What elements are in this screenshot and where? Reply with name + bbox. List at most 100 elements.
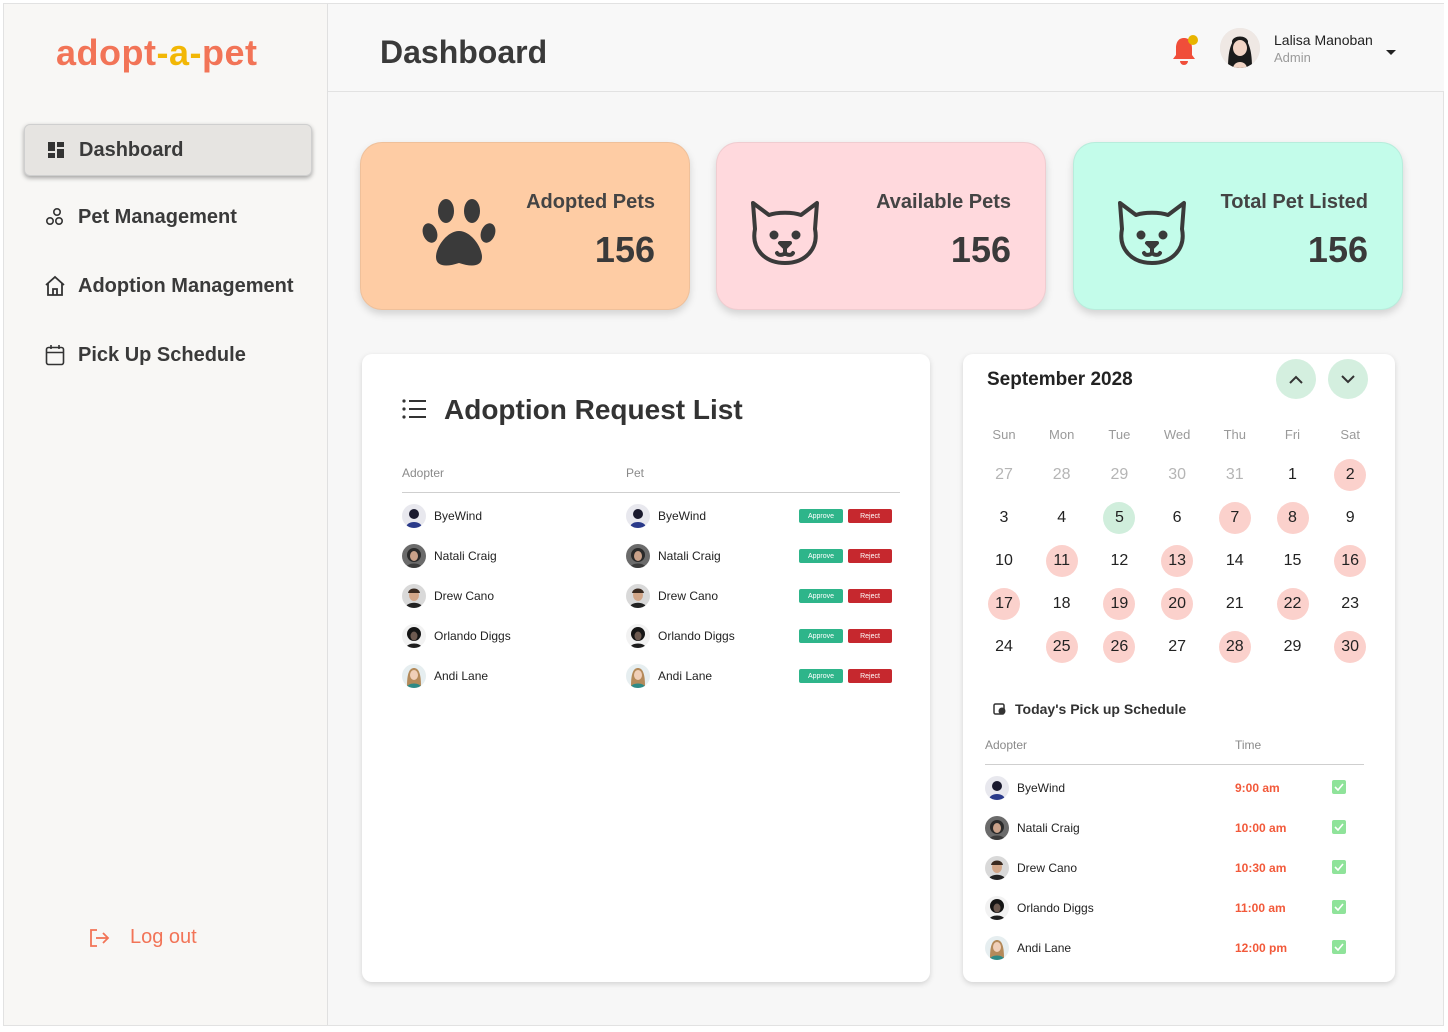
calendar-day[interactable]: 31 bbox=[1219, 459, 1251, 491]
sidebar-item-dashboard[interactable]: Dashboard bbox=[24, 124, 312, 176]
calendar-day[interactable]: 17 bbox=[988, 588, 1020, 620]
reject-button[interactable]: Reject bbox=[848, 549, 892, 563]
pickup-done-checkbox[interactable] bbox=[1332, 860, 1346, 874]
calendar-day[interactable]: 12 bbox=[1103, 545, 1135, 577]
calendar-day[interactable]: 21 bbox=[1219, 588, 1251, 620]
calendar-day[interactable]: 7 bbox=[1218, 502, 1251, 534]
notification-bell-icon[interactable] bbox=[1170, 34, 1200, 71]
calendar-day[interactable]: 22 bbox=[1276, 588, 1309, 620]
calendar-next-button[interactable] bbox=[1328, 359, 1368, 399]
calendar-day[interactable]: 27 bbox=[988, 459, 1020, 491]
adopter-avatar bbox=[402, 584, 426, 608]
pet-avatar bbox=[626, 664, 650, 688]
approve-button[interactable]: Approve bbox=[799, 549, 843, 563]
adopter-cell: Natali Craig bbox=[402, 544, 497, 568]
dashboard-icon bbox=[45, 139, 67, 161]
calendar-day[interactable]: 26 bbox=[1103, 631, 1136, 663]
approve-button[interactable]: Approve bbox=[799, 669, 843, 683]
pets-cluster-icon bbox=[44, 206, 66, 228]
adopter-name: Andi Lane bbox=[1017, 941, 1072, 955]
schedule-column-time: Time bbox=[1235, 738, 1262, 752]
weekday-label: Sat bbox=[1340, 427, 1360, 442]
user-avatar[interactable] bbox=[1220, 28, 1260, 68]
sidebar-item-adoption-management[interactable]: Adoption Management bbox=[24, 260, 312, 312]
calendar-day[interactable]: 8 bbox=[1276, 502, 1309, 534]
adopter-cell: Drew Cano bbox=[402, 584, 494, 608]
sidebar-item-pet-management[interactable]: Pet Management bbox=[24, 191, 312, 243]
pet-cell: Drew Cano bbox=[626, 584, 718, 608]
adopter-name: Orlando Diggs bbox=[1017, 901, 1094, 915]
weekday-label: Tue bbox=[1108, 427, 1131, 442]
pickup-done-checkbox[interactable] bbox=[1332, 780, 1346, 794]
brand-logo[interactable]: adopt-a-pet bbox=[56, 32, 257, 74]
calendar-day[interactable]: 3 bbox=[988, 502, 1020, 534]
calendar-day[interactable]: 30 bbox=[1161, 459, 1193, 491]
calendar-prev-button[interactable] bbox=[1276, 359, 1316, 399]
reject-button[interactable]: Reject bbox=[848, 589, 892, 603]
calendar-day[interactable]: 15 bbox=[1277, 545, 1309, 577]
logout-label: Log out bbox=[130, 926, 197, 948]
pickup-done-checkbox[interactable] bbox=[1332, 900, 1346, 914]
pickup-time: 11:00 am bbox=[1235, 901, 1286, 915]
user-menu-caret-icon[interactable] bbox=[1385, 44, 1397, 62]
reject-button[interactable]: Reject bbox=[848, 669, 892, 683]
calendar-day[interactable]: 18 bbox=[1046, 588, 1078, 620]
brand-part-pet: pet bbox=[201, 32, 258, 73]
calendar-day[interactable]: 14 bbox=[1219, 545, 1251, 577]
stat-label: Available Pets bbox=[876, 191, 1011, 213]
calendar-day[interactable]: 30 bbox=[1334, 631, 1367, 663]
sidebar-item-label: Pet Management bbox=[78, 205, 237, 228]
calendar-day[interactable]: 28 bbox=[1218, 631, 1251, 663]
adopter-avatar bbox=[402, 504, 426, 528]
calendar-day[interactable]: 13 bbox=[1161, 545, 1194, 577]
logout-button[interactable]: Log out bbox=[88, 926, 197, 949]
adopter-avatar bbox=[402, 664, 426, 688]
calendar-day[interactable]: 29 bbox=[1277, 631, 1309, 663]
calendar-day[interactable]: 16 bbox=[1334, 545, 1367, 577]
adopter-name: Drew Cano bbox=[1017, 861, 1078, 875]
adopter-avatar bbox=[402, 624, 426, 648]
sidebar-item-label: Pick Up Schedule bbox=[78, 343, 246, 366]
calendar-day[interactable]: 5 bbox=[1103, 502, 1136, 534]
calendar-day[interactable]: 28 bbox=[1046, 459, 1078, 491]
weekday-label: Thu bbox=[1223, 427, 1246, 442]
pickup-time: 12:00 pm bbox=[1235, 941, 1288, 955]
calendar-day[interactable]: 29 bbox=[1103, 459, 1135, 491]
reject-button[interactable]: Reject bbox=[848, 509, 892, 523]
stat-card-total-pet-listed[interactable]: Total Pet Listed 156 bbox=[1073, 142, 1403, 310]
calendar-day[interactable]: 19 bbox=[1103, 588, 1136, 620]
sidebar: adopt-a-pet Dashboard Pet Management Ado… bbox=[4, 4, 328, 1025]
calendar-day[interactable]: 2 bbox=[1334, 459, 1367, 491]
pickup-done-checkbox[interactable] bbox=[1332, 940, 1346, 954]
pickup-done-checkbox[interactable] bbox=[1332, 820, 1346, 834]
calendar-day[interactable]: 20 bbox=[1161, 588, 1194, 620]
calendar-day[interactable]: 6 bbox=[1161, 502, 1193, 534]
calendar-day[interactable]: 4 bbox=[1046, 502, 1078, 534]
calendar-day[interactable]: 25 bbox=[1045, 631, 1078, 663]
home-icon bbox=[44, 275, 66, 297]
calendar-icon bbox=[44, 344, 66, 366]
pickup-time: 10:30 am bbox=[1235, 861, 1287, 875]
pet-cell: Andi Lane bbox=[626, 664, 712, 688]
adopter-name: ByeWind bbox=[1017, 781, 1066, 795]
weekday-label: Sun bbox=[992, 427, 1016, 442]
weekday-label: Fri bbox=[1284, 427, 1301, 442]
calendar-day[interactable]: 23 bbox=[1334, 588, 1366, 620]
approve-button[interactable]: Approve bbox=[799, 589, 843, 603]
calendar-day[interactable]: 1 bbox=[1277, 459, 1309, 491]
reject-button[interactable]: Reject bbox=[848, 629, 892, 643]
calendar-day[interactable]: 10 bbox=[988, 545, 1020, 577]
calendar-day[interactable]: 9 bbox=[1334, 502, 1366, 534]
approve-button[interactable]: Approve bbox=[799, 509, 843, 523]
calendar-day[interactable]: 27 bbox=[1161, 631, 1193, 663]
calendar-day[interactable]: 24 bbox=[988, 631, 1020, 663]
schedule-adopter-cell: Drew Cano bbox=[985, 856, 1077, 880]
stat-card-available-pets[interactable]: Available Pets 156 bbox=[716, 142, 1046, 310]
calendar-day[interactable]: 11 bbox=[1045, 545, 1078, 577]
sidebar-item-label: Dashboard bbox=[79, 138, 184, 161]
stat-card-adopted-pets[interactable]: Adopted Pets 156 bbox=[360, 142, 690, 310]
approve-button[interactable]: Approve bbox=[799, 629, 843, 643]
weekday-label: Wed bbox=[1163, 427, 1191, 442]
sidebar-item-pick-up-schedule[interactable]: Pick Up Schedule bbox=[24, 329, 312, 381]
pet-name: Drew Cano bbox=[658, 589, 719, 603]
